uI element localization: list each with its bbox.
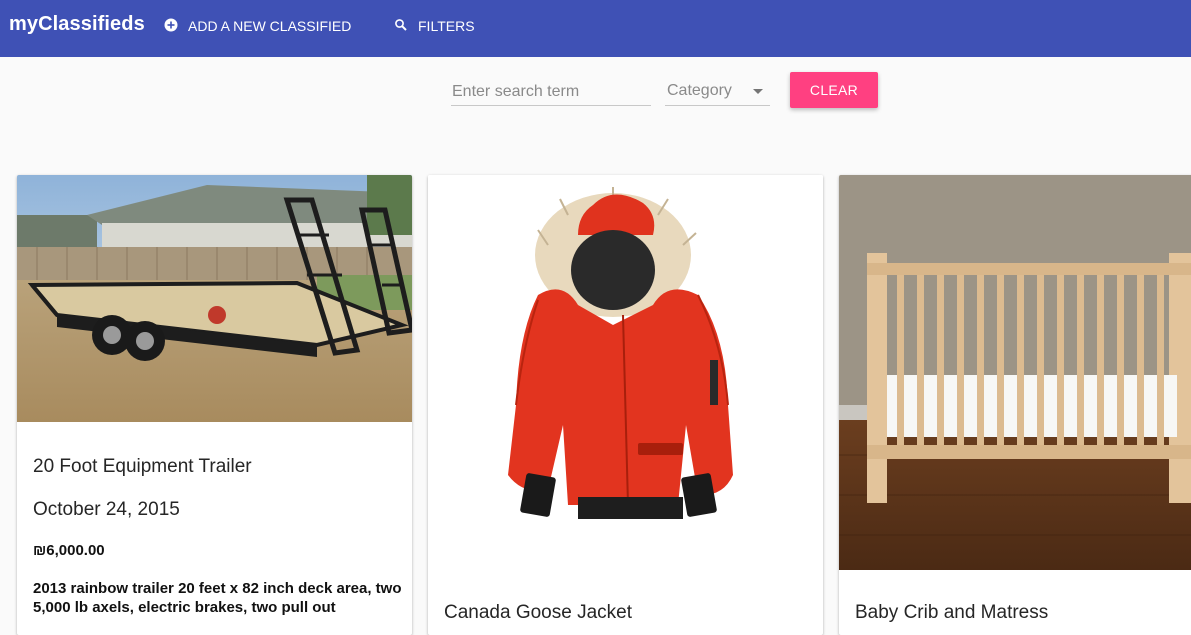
app-title[interactable]: myClassifieds (9, 13, 145, 36)
classified-date: October 24, 2015 (33, 499, 180, 520)
classified-card[interactable]: Baby Crib and Matress (839, 175, 1191, 635)
classified-title: Baby Crib and Matress (855, 602, 1049, 623)
add-classified-label: ADD A NEW CLASSIFIED (188, 18, 352, 34)
app-toolbar: myClassifieds ADD A NEW CLASSIFIED FILTE… (0, 0, 1191, 57)
add-circle-icon (164, 18, 180, 34)
category-select[interactable]: Category (665, 80, 770, 106)
wooden-baby-crib-photo (839, 175, 1191, 570)
classified-card[interactable]: Canada Goose Jacket (428, 175, 823, 635)
search-field (451, 80, 651, 106)
clear-button[interactable]: CLEAR (790, 72, 878, 108)
equipment-trailer-photo (17, 175, 412, 422)
classified-title: 20 Foot Equipment Trailer (33, 456, 252, 477)
arrow-drop-down-icon (753, 89, 763, 94)
filters-button[interactable]: FILTERS (394, 17, 475, 35)
search-input[interactable] (451, 80, 651, 104)
classified-description: 2013 rainbow trailer 20 feet x 82 inch d… (33, 580, 402, 616)
classified-price: ₪6,000.00 (33, 542, 105, 559)
filters-label: FILTERS (418, 18, 475, 34)
classified-title: Canada Goose Jacket (444, 602, 633, 623)
add-classified-button[interactable]: ADD A NEW CLASSIFIED (164, 17, 351, 35)
red-parka-jacket-photo (428, 175, 823, 569)
classified-card[interactable]: 20 Foot Equipment Trailer October 24, 20… (17, 175, 412, 635)
category-select-label: Category (667, 82, 732, 99)
search-icon (394, 18, 410, 34)
